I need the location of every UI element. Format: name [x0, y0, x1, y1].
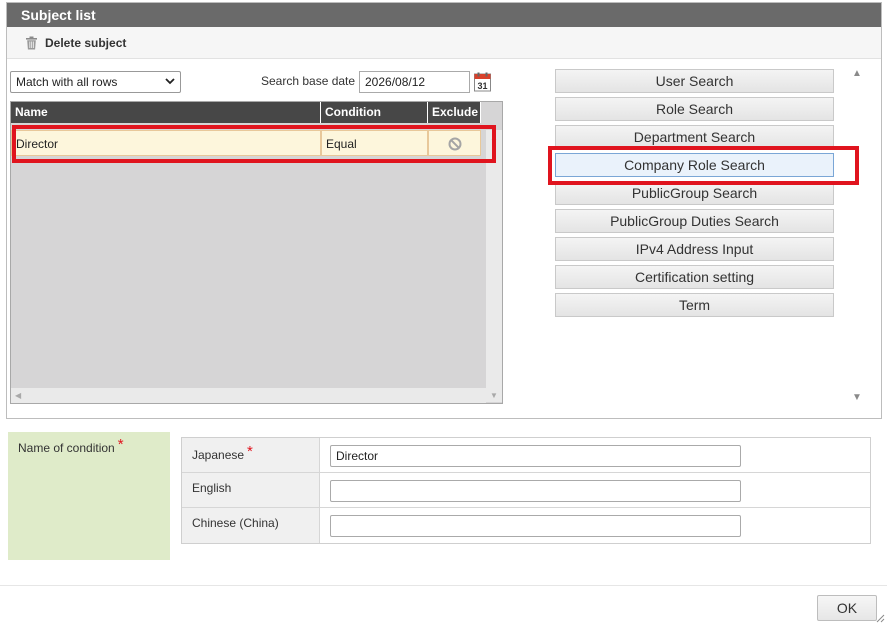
- panel-scroll-down-icon[interactable]: ▼: [852, 393, 862, 403]
- calendar-icon[interactable]: 31: [474, 72, 491, 92]
- required-mark: *: [247, 443, 253, 460]
- match-rows-select[interactable]: Match with all rows: [10, 71, 181, 93]
- condition-name-label: Name of condition: [18, 441, 115, 455]
- panel-title: Subject list: [7, 3, 881, 27]
- cell-name[interactable]: Director: [11, 130, 321, 156]
- language-label-cell: Japanese *: [182, 438, 320, 472]
- required-mark: *: [117, 436, 124, 453]
- language-row-english: English: [182, 473, 870, 508]
- column-header-exclude[interactable]: Exclude: [428, 102, 481, 123]
- company-role-search-button[interactable]: Company Role Search: [555, 153, 834, 177]
- panel-scroll-up-icon[interactable]: ▲: [852, 69, 862, 79]
- scroll-left-arrow-icon[interactable]: ◀: [15, 392, 21, 400]
- language-row-japanese: Japanese * Director: [182, 438, 870, 473]
- condition-name-table: Japanese * Director English Chinese (Chin…: [181, 437, 871, 544]
- scroll-up-arrow-icon[interactable]: ▲: [490, 134, 498, 142]
- delete-subject-button[interactable]: Delete subject: [25, 33, 126, 53]
- prohibit-icon[interactable]: [448, 137, 462, 151]
- language-label: Japanese: [192, 448, 245, 462]
- subject-grid: Name Condition Exclude Director Equal ▲ …: [10, 101, 503, 404]
- resize-grip-icon[interactable]: [876, 614, 885, 623]
- chevron-down-icon: [165, 78, 175, 85]
- ok-button[interactable]: OK: [817, 595, 877, 621]
- toolbar: Delete subject: [7, 27, 881, 59]
- cell-condition[interactable]: Equal: [321, 130, 428, 156]
- language-label: Chinese (China): [192, 516, 279, 530]
- search-base-date-label: Search base date: [261, 74, 356, 88]
- condition-name-label-cell: Name of condition *: [8, 432, 170, 560]
- cell-exclude[interactable]: [428, 130, 481, 156]
- term-button[interactable]: Term: [555, 293, 834, 317]
- chinese-name-input[interactable]: [330, 515, 741, 537]
- publicgroup-duties-search-button[interactable]: PublicGroup Duties Search: [555, 209, 834, 233]
- language-row-chinese: Chinese (China): [182, 508, 870, 543]
- table-row[interactable]: Director Equal: [11, 130, 481, 156]
- publicgroup-search-button[interactable]: PublicGroup Search: [555, 181, 834, 205]
- role-search-button[interactable]: Role Search: [555, 97, 834, 121]
- english-name-input[interactable]: [330, 480, 741, 502]
- column-header-name[interactable]: Name: [11, 102, 321, 123]
- trash-icon: [26, 36, 37, 50]
- language-label-cell: Chinese (China): [182, 508, 320, 543]
- language-label: English: [192, 481, 232, 495]
- ipv4-address-input-button[interactable]: IPv4 Address Input: [555, 237, 834, 261]
- language-label-cell: English: [182, 473, 320, 507]
- japanese-name-input[interactable]: Director: [330, 445, 741, 467]
- certification-setting-button[interactable]: Certification setting: [555, 265, 834, 289]
- user-search-button[interactable]: User Search: [555, 69, 834, 93]
- grid-header: Name Condition Exclude: [11, 102, 481, 123]
- grid-vertical-scrollbar[interactable]: ▲ ▼: [486, 130, 502, 402]
- column-header-condition[interactable]: Condition: [321, 102, 428, 123]
- match-rows-value: Match with all rows: [16, 75, 118, 89]
- search-base-date-input[interactable]: 2026/08/12: [359, 71, 470, 93]
- grid-horizontal-scrollbar[interactable]: ◀: [11, 388, 486, 403]
- delete-subject-label: Delete subject: [45, 36, 127, 50]
- footer-divider: [0, 585, 887, 586]
- department-search-button[interactable]: Department Search: [555, 125, 834, 149]
- svg-text:31: 31: [477, 81, 487, 91]
- scroll-down-arrow-icon[interactable]: ▼: [490, 392, 498, 400]
